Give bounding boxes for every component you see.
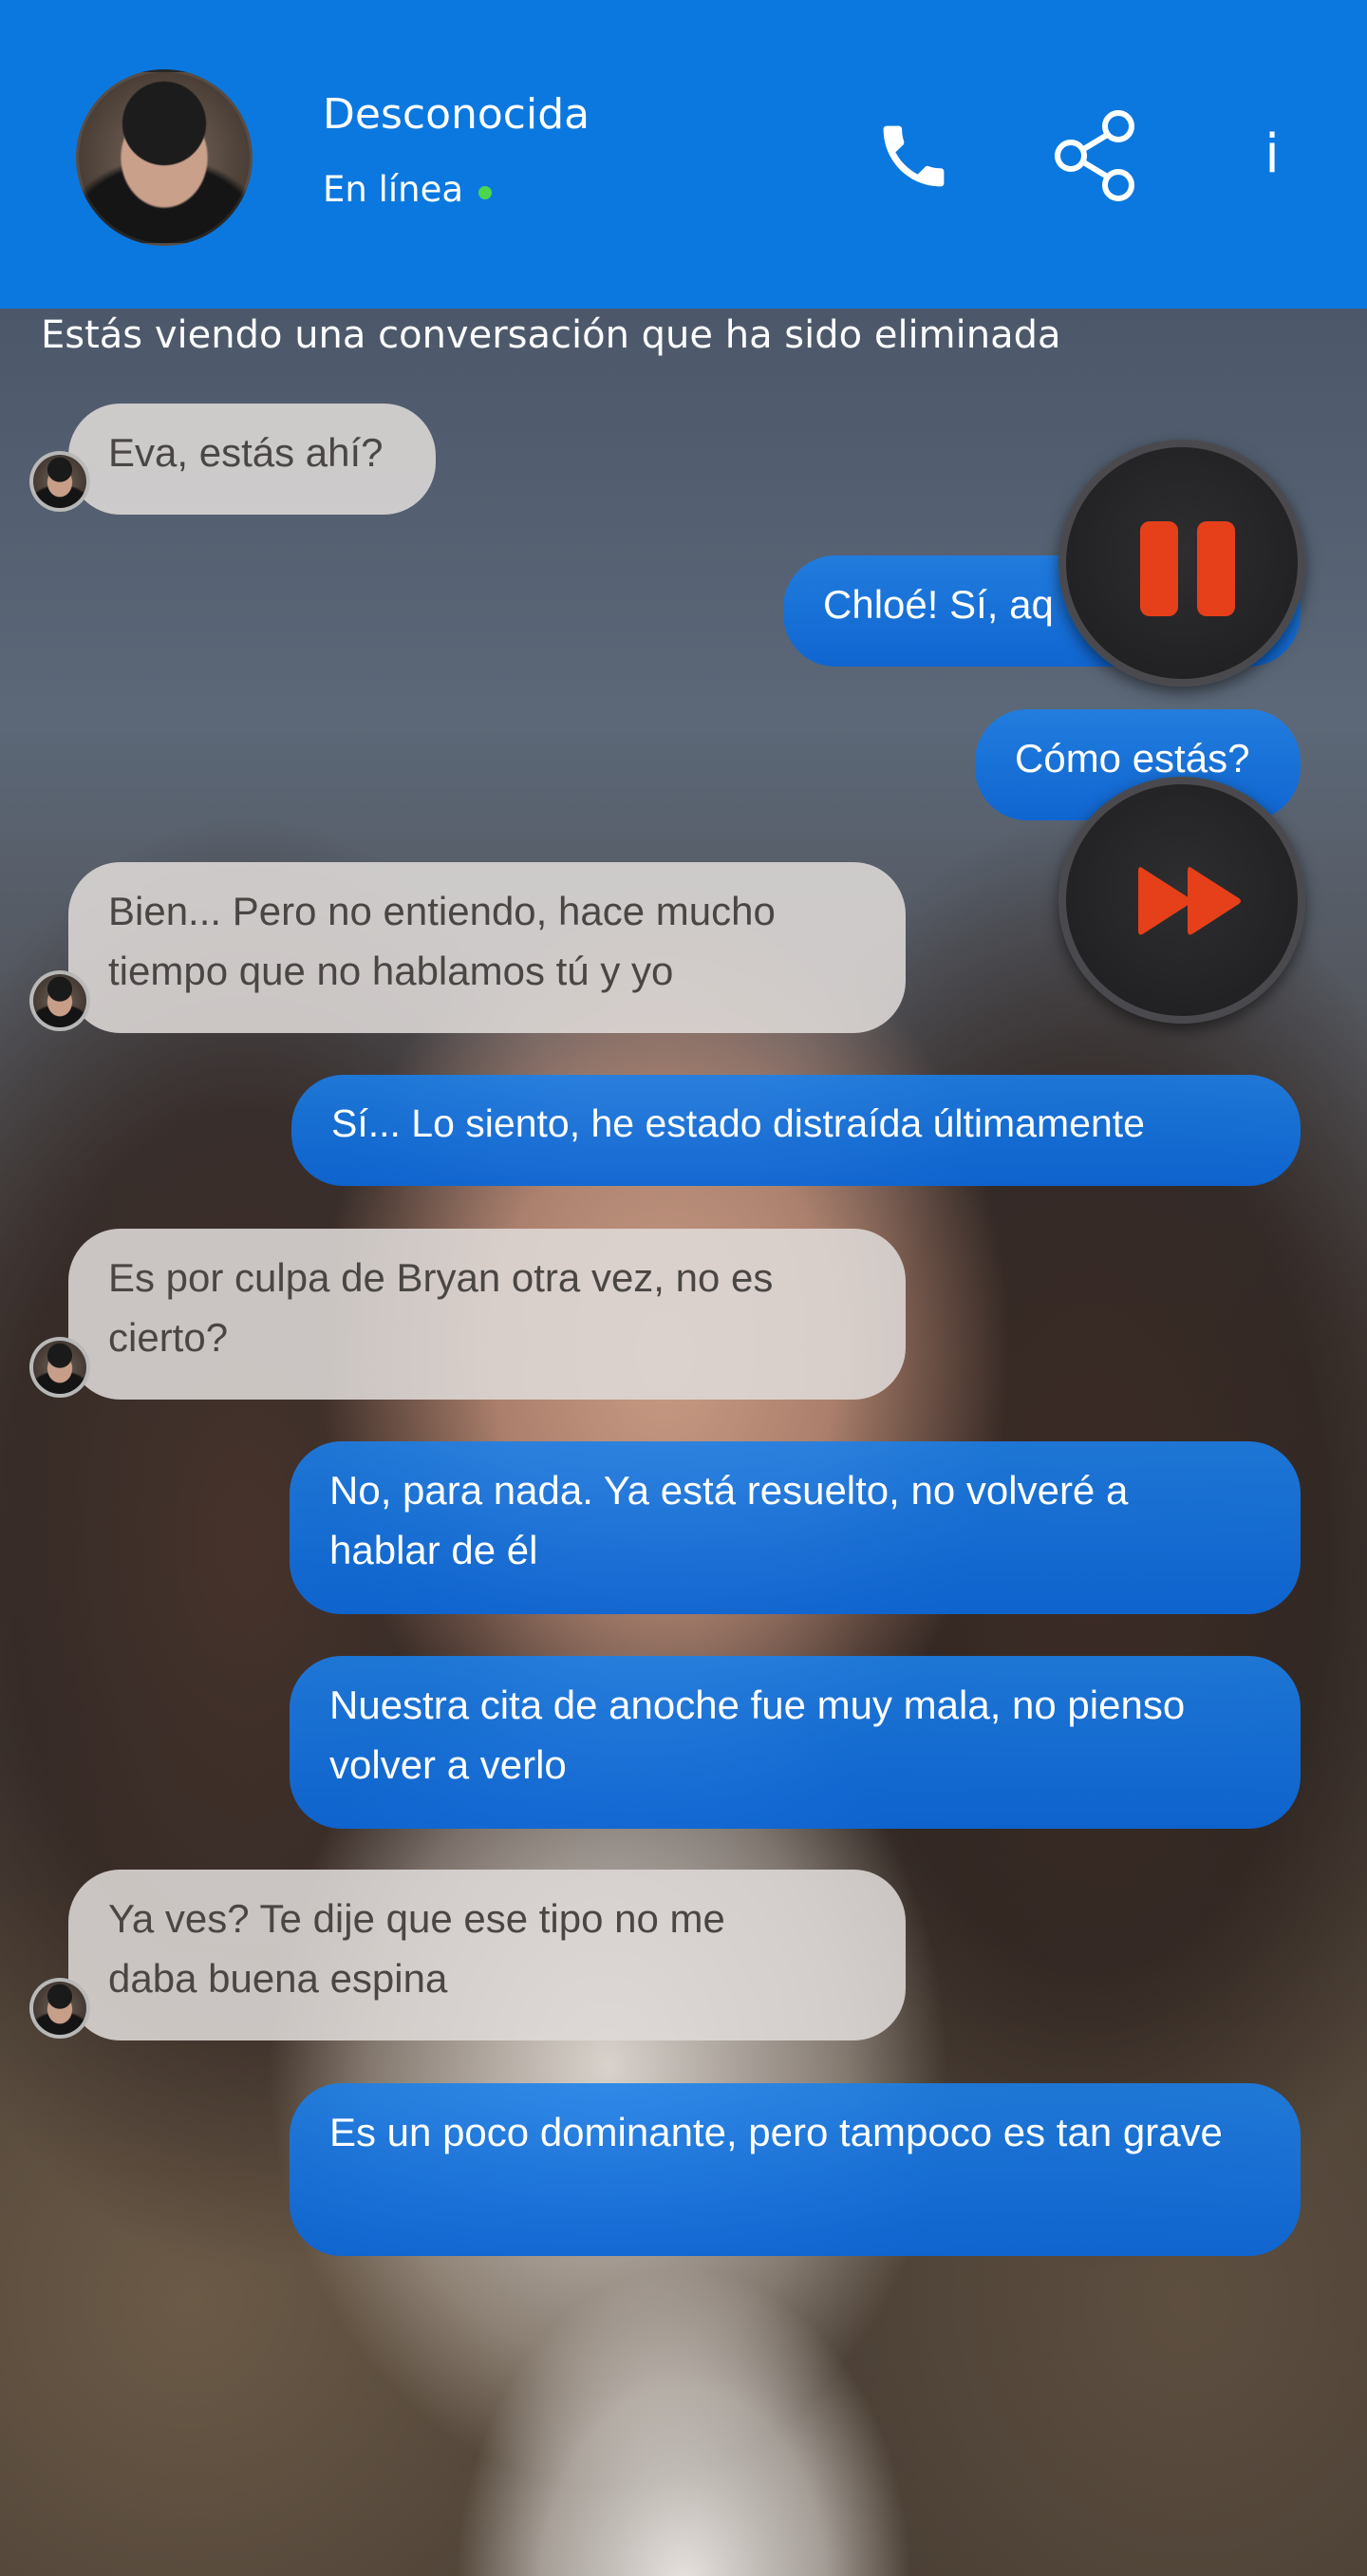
info-icon[interactable]: i xyxy=(1253,122,1291,188)
online-indicator xyxy=(478,186,492,199)
message-text: No, para nada. Ya está resuelto, no volv… xyxy=(329,1468,1129,1572)
message-bubble-outgoing: Es un poco dominante, pero tampoco es ta… xyxy=(290,2083,1301,2256)
message-text: Chloé! Sí, aq xyxy=(823,582,1054,627)
message-bubble-incoming: Es por culpa de Bryan otra vez, no es ci… xyxy=(68,1229,906,1400)
message-text: Es por culpa de Bryan otra vez, no es ci… xyxy=(108,1255,774,1360)
contact-mini-avatar xyxy=(29,970,90,1031)
message-text: Sí... Lo siento, he estado distraída últ… xyxy=(331,1101,1145,1145)
fast-forward-icon xyxy=(1138,867,1241,935)
message-bubble-incoming: Bien... Pero no entiendo, hace mucho tie… xyxy=(68,862,906,1033)
message-bubble-incoming: Eva, estás ahí? xyxy=(68,404,436,515)
chat-header: Desconocida En línea i xyxy=(0,0,1367,309)
contact-mini-avatar xyxy=(29,451,90,512)
message-text: Eva, estás ahí? xyxy=(108,430,384,475)
deleted-conversation-notice: Estás viendo una conversación que ha sid… xyxy=(41,313,1061,357)
contact-name: Desconocida xyxy=(323,90,590,139)
message-bubble-outgoing: No, para nada. Ya está resuelto, no volv… xyxy=(290,1441,1301,1614)
message-text: Cómo estás? xyxy=(1015,736,1250,780)
message-bubble-outgoing: Nuestra cita de anoche fue muy mala, no … xyxy=(290,1656,1301,1829)
message-text: Bien... Pero no entiendo, hace mucho tie… xyxy=(108,889,776,993)
fast-forward-button[interactable] xyxy=(1058,777,1305,1024)
contact-mini-avatar xyxy=(29,1978,90,2039)
message-bubble-outgoing: Sí... Lo siento, he estado distraída últ… xyxy=(291,1075,1301,1186)
contact-mini-avatar xyxy=(29,1337,90,1398)
phone-icon[interactable] xyxy=(873,116,954,197)
message-text: Ya ves? Te dije que ese tipo no me daba … xyxy=(108,1896,725,2001)
message-bubble-incoming: Ya ves? Te dije que ese tipo no me daba … xyxy=(68,1870,906,2040)
pause-button[interactable] xyxy=(1058,440,1305,686)
contact-avatar[interactable] xyxy=(76,69,253,246)
contact-status: En línea xyxy=(323,169,464,210)
message-text: Es un poco dominante, pero tampoco es ta… xyxy=(329,2110,1223,2154)
message-text: Nuestra cita de anoche fue muy mala, no … xyxy=(329,1683,1186,1787)
share-icon[interactable] xyxy=(1052,109,1139,202)
